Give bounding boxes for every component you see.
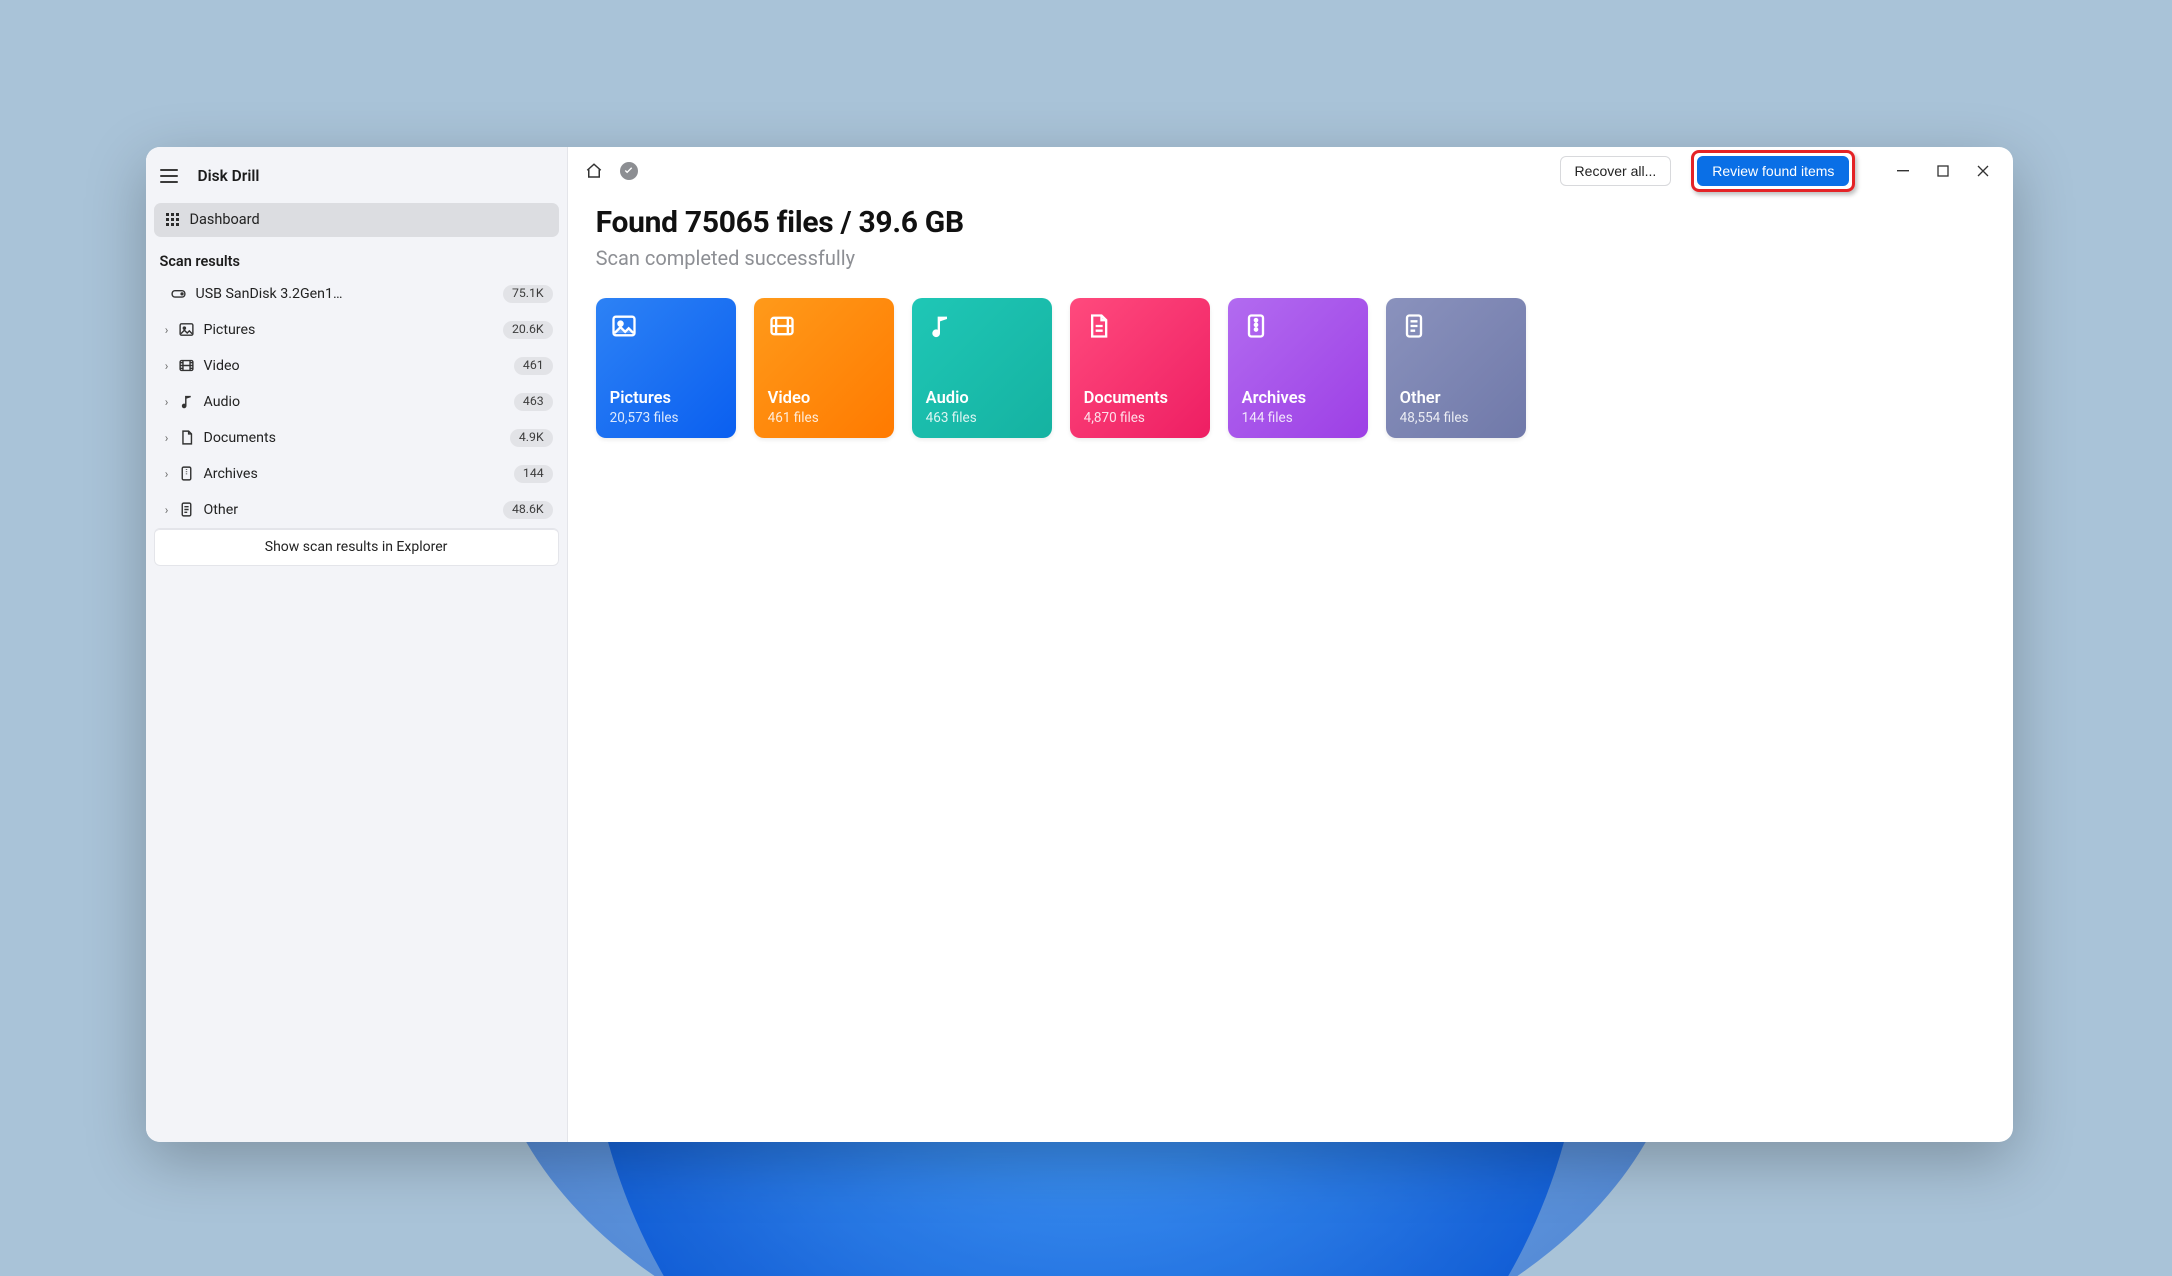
tree-item-pictures[interactable]: › Pictures 20.6K bbox=[152, 312, 561, 348]
card-documents[interactable]: Documents 4,870 files bbox=[1070, 298, 1210, 438]
tree-item-badge: 461 bbox=[514, 357, 553, 375]
sidebar-item-dashboard[interactable]: Dashboard bbox=[154, 203, 559, 237]
chevron-right-icon: › bbox=[158, 431, 176, 445]
card-sub: 144 files bbox=[1242, 410, 1354, 426]
card-sub: 4,870 files bbox=[1084, 410, 1196, 426]
tree-item-label: Audio bbox=[198, 394, 514, 410]
card-audio[interactable]: Audio 463 files bbox=[912, 298, 1052, 438]
headline: Found 75065 files / 39.6 GB bbox=[596, 205, 1986, 240]
menu-icon[interactable] bbox=[160, 163, 186, 189]
video-icon bbox=[176, 357, 198, 374]
card-sub: 48,554 files bbox=[1400, 410, 1512, 426]
show-in-explorer-label: Show scan results in Explorer bbox=[265, 539, 448, 555]
chevron-right-icon: › bbox=[158, 359, 176, 373]
card-sub: 461 files bbox=[768, 410, 880, 426]
scan-tree: USB SanDisk 3.2Gen1… 75.1K › Pictures 20… bbox=[146, 276, 567, 528]
card-title: Audio bbox=[926, 389, 1038, 408]
recover-all-label: Recover all... bbox=[1575, 163, 1657, 179]
chevron-right-icon: › bbox=[158, 323, 176, 337]
show-in-explorer-button[interactable]: Show scan results in Explorer bbox=[154, 528, 559, 566]
app-window: Disk Drill Dashboard Scan results USB Sa… bbox=[146, 147, 2014, 1142]
tree-item-label: Pictures bbox=[198, 322, 503, 338]
scan-complete-icon bbox=[620, 162, 638, 180]
card-pictures[interactable]: Pictures 20,573 files bbox=[596, 298, 736, 438]
dashboard-label: Dashboard bbox=[190, 211, 260, 228]
window-controls bbox=[1885, 156, 2001, 186]
tree-device[interactable]: USB SanDisk 3.2Gen1… 75.1K bbox=[152, 276, 561, 312]
annotation-highlight: Review found items bbox=[1691, 150, 1855, 192]
card-title: Video bbox=[768, 389, 880, 408]
card-other[interactable]: Other 48,554 files bbox=[1386, 298, 1526, 438]
chevron-right-icon: › bbox=[158, 467, 176, 481]
category-cards: Pictures 20,573 files Video 461 files bbox=[596, 298, 1986, 438]
image-icon bbox=[176, 321, 198, 338]
status-text: Scan completed successfully bbox=[596, 246, 1986, 270]
review-found-items-button[interactable]: Review found items bbox=[1697, 156, 1849, 186]
archive-icon bbox=[1242, 312, 1274, 344]
tree-item-badge: 48.6K bbox=[503, 501, 553, 519]
tree-item-label: Video bbox=[198, 358, 514, 374]
card-archives[interactable]: Archives 144 files bbox=[1228, 298, 1368, 438]
main-panel: Recover all... Review found items bbox=[568, 147, 2014, 1142]
file-icon bbox=[1400, 312, 1432, 344]
tree-item-badge: 463 bbox=[514, 393, 553, 411]
sidebar: Disk Drill Dashboard Scan results USB Sa… bbox=[146, 147, 568, 1142]
tree-device-label: USB SanDisk 3.2Gen1… bbox=[190, 286, 503, 302]
tree-item-documents[interactable]: › Documents 4.9K bbox=[152, 420, 561, 456]
tree-item-video[interactable]: › Video 461 bbox=[152, 348, 561, 384]
recover-all-button[interactable]: Recover all... bbox=[1560, 156, 1672, 186]
card-sub: 20,573 files bbox=[610, 410, 722, 426]
tree-item-badge: 4.9K bbox=[510, 429, 553, 447]
video-icon bbox=[768, 312, 800, 344]
content: Found 75065 files / 39.6 GB Scan complet… bbox=[568, 195, 2014, 466]
chevron-right-icon: › bbox=[158, 503, 176, 517]
card-sub: 463 files bbox=[926, 410, 1038, 426]
review-found-items-label: Review found items bbox=[1712, 163, 1834, 179]
card-title: Pictures bbox=[610, 389, 722, 408]
tree-item-label: Archives bbox=[198, 466, 514, 482]
file-icon bbox=[176, 501, 198, 518]
tree-item-badge: 20.6K bbox=[503, 321, 553, 339]
image-icon bbox=[610, 312, 642, 344]
sidebar-section-title: Scan results bbox=[146, 237, 567, 276]
tree-item-label: Documents bbox=[198, 430, 510, 446]
topbar: Recover all... Review found items bbox=[568, 147, 2014, 195]
usb-drive-icon bbox=[168, 285, 190, 302]
minimize-button[interactable] bbox=[1885, 156, 1921, 186]
tree-item-archives[interactable]: › Archives 144 bbox=[152, 456, 561, 492]
maximize-button[interactable] bbox=[1925, 156, 1961, 186]
document-icon bbox=[1084, 312, 1116, 344]
tree-item-badge: 144 bbox=[514, 465, 553, 483]
tree-item-other[interactable]: › Other 48.6K bbox=[152, 492, 561, 528]
music-note-icon bbox=[926, 312, 958, 344]
tree-item-label: Other bbox=[198, 502, 503, 518]
card-title: Other bbox=[1400, 389, 1512, 408]
tree-item-audio[interactable]: › Audio 463 bbox=[152, 384, 561, 420]
dashboard-icon bbox=[166, 213, 180, 227]
card-video[interactable]: Video 461 files bbox=[754, 298, 894, 438]
chevron-right-icon: › bbox=[158, 395, 176, 409]
document-icon bbox=[176, 429, 198, 446]
card-title: Documents bbox=[1084, 389, 1196, 408]
music-note-icon bbox=[176, 393, 198, 410]
app-title: Disk Drill bbox=[198, 167, 260, 185]
close-button[interactable] bbox=[1965, 156, 2001, 186]
archive-icon bbox=[176, 465, 198, 482]
card-title: Archives bbox=[1242, 389, 1354, 408]
tree-device-badge: 75.1K bbox=[503, 285, 553, 303]
home-icon[interactable] bbox=[580, 157, 608, 185]
